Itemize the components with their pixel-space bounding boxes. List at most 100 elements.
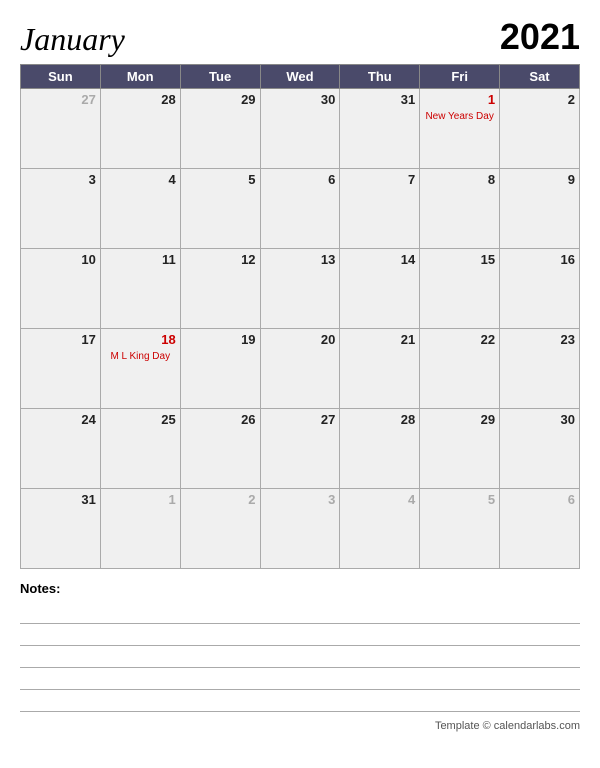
calendar-cell: 2 [180,489,260,569]
calendar-cell: 10 [21,249,101,329]
day-number: 30 [265,92,336,107]
calendar-cell: 11 [100,249,180,329]
calendar-cell: 26 [180,409,260,489]
calendar-cell: 22 [420,329,500,409]
calendar-cell: 30 [500,409,580,489]
calendar-cell: 28 [340,409,420,489]
month-title: January [20,21,125,58]
day-number: 18 [105,332,176,347]
day-number: 3 [265,492,336,507]
calendar-cell: 5 [180,169,260,249]
notes-line [20,624,580,646]
day-number: 21 [344,332,415,347]
day-number: 29 [185,92,256,107]
calendar-cell: 9 [500,169,580,249]
calendar-cell: 24 [21,409,101,489]
footer-text: Template © calendarlabs.com [435,720,580,732]
event-label: New Years Day [424,111,495,123]
day-header-fri: Fri [420,65,500,89]
calendar-cell: 6 [500,489,580,569]
calendar-cell: 27 [260,409,340,489]
day-header-sat: Sat [500,65,580,89]
calendar-cell: 25 [100,409,180,489]
calendar-cell: 31 [340,89,420,169]
notes-section: Notes: [20,581,580,712]
calendar-cell: 14 [340,249,420,329]
calendar-week-4: 24 25 26 27 28 29 30 [21,409,580,489]
calendar-cell: 18 M L King Day [100,329,180,409]
day-number: 8 [424,172,495,187]
calendar-cell: 21 [340,329,420,409]
day-number: 25 [105,412,176,427]
day-number: 6 [265,172,336,187]
calendar-cell: 28 [100,89,180,169]
day-number: 5 [424,492,495,507]
calendar-cell: 1New Years Day [420,89,500,169]
calendar-cell: 20 [260,329,340,409]
day-number: 1 [105,492,176,507]
calendar-week-2: 10 11 1213 14 15 16 [21,249,580,329]
calendar-cell: 3 [21,169,101,249]
calendar-week-1: 3456789 [21,169,580,249]
day-header-wed: Wed [260,65,340,89]
day-number: 16 [504,252,575,267]
day-number: 24 [25,412,96,427]
notes-label: Notes: [20,581,580,596]
day-header-thu: Thu [340,65,420,89]
calendar-cell: 6 [260,169,340,249]
day-number: 4 [344,492,415,507]
calendar-cell: 4 [340,489,420,569]
calendar-cell: 27 [21,89,101,169]
calendar-cell: 15 [420,249,500,329]
calendar-cell: 4 [100,169,180,249]
day-number: 30 [504,412,575,427]
calendar-cell: 17 [21,329,101,409]
day-number: 9 [504,172,575,187]
day-number: 20 [265,332,336,347]
day-number: 4 [105,172,176,187]
day-number: 3 [25,172,96,187]
day-number: 28 [344,412,415,427]
day-number: 22 [424,332,495,347]
notes-line [20,668,580,690]
notes-line [20,602,580,624]
day-number: 10 [25,252,96,267]
day-header-tue: Tue [180,65,260,89]
day-number: 11 [105,252,176,267]
calendar-cell: 31 [21,489,101,569]
calendar-cell: 29 [420,409,500,489]
calendar-week-3: 17 18 M L King Day 19 20 21 22 23 [21,329,580,409]
day-number: 26 [185,412,256,427]
calendar-cell: 12 [180,249,260,329]
year-title: 2021 [500,16,580,58]
day-header-sun: Sun [21,65,101,89]
day-number: 14 [344,252,415,267]
day-number: 29 [424,412,495,427]
calendar-week-5: 31 123456 [21,489,580,569]
calendar-cell: 13 [260,249,340,329]
calendar-cell: 29 [180,89,260,169]
day-number: 15 [424,252,495,267]
calendar-header-row: SunMonTueWedThuFriSat [21,65,580,89]
day-number: 2 [185,492,256,507]
calendar-cell: 5 [420,489,500,569]
calendar-cell: 7 [340,169,420,249]
day-number: 28 [105,92,176,107]
day-number: 31 [25,492,96,507]
calendar-cell: 1 [100,489,180,569]
day-number: 6 [504,492,575,507]
calendar-cell: 2 [500,89,580,169]
notes-line [20,646,580,668]
day-number: 19 [185,332,256,347]
day-number: 7 [344,172,415,187]
day-number: 17 [25,332,96,347]
calendar-cell: 23 [500,329,580,409]
day-number: 27 [265,412,336,427]
day-number: 27 [25,92,96,107]
calendar-cell: 8 [420,169,500,249]
day-number: 5 [185,172,256,187]
calendar-cell: 3 [260,489,340,569]
day-number: 31 [344,92,415,107]
event-label: M L King Day [105,351,176,363]
calendar-cell: 30 [260,89,340,169]
